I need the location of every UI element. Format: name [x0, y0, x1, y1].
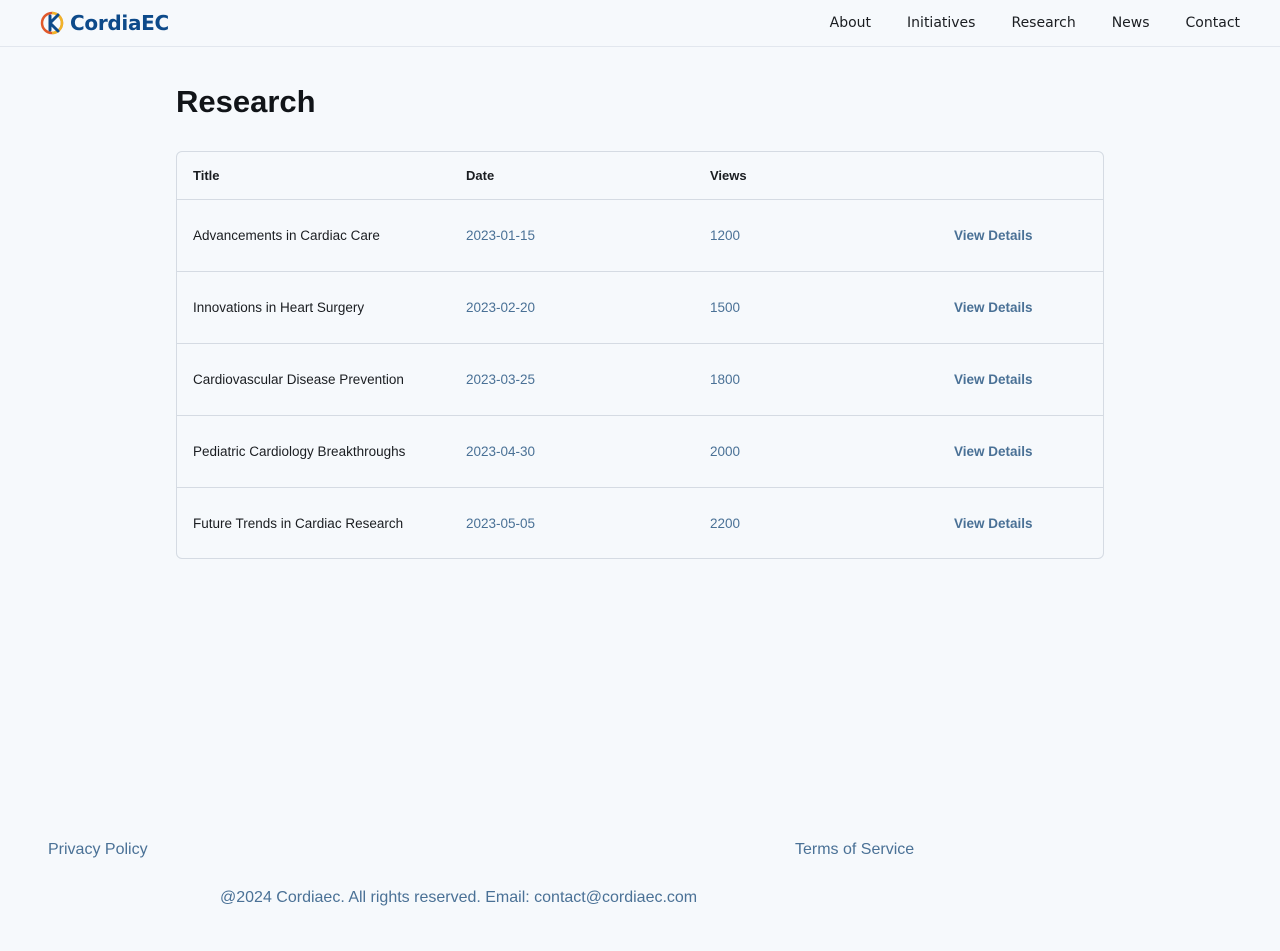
row-date: 2023-03-25 — [450, 343, 694, 416]
row-title: Innovations in Heart Surgery — [177, 271, 450, 344]
table-row: Future Trends in Cardiac Research 2023-0… — [177, 487, 1103, 558]
row-title: Future Trends in Cardiac Research — [193, 515, 404, 531]
cordiaec-logo-icon — [40, 11, 64, 35]
logo-text: CordiaEC — [70, 11, 169, 35]
nav-link-contact[interactable]: Contact — [1186, 15, 1240, 31]
row-title: Pediatric Cardiology Breakthroughs — [177, 415, 450, 488]
row-title: Cardiovascular Disease Prevention — [177, 343, 450, 416]
top-navigation-bar: CordiaEC About Initiatives Research News… — [0, 0, 1280, 47]
research-table: Title Date Views Advancements in Cardiac… — [177, 152, 1103, 558]
research-table-card: Title Date Views Advancements in Cardiac… — [176, 151, 1104, 559]
nav-link-news[interactable]: News — [1112, 15, 1150, 31]
view-details-link[interactable]: View Details — [954, 228, 1033, 243]
footer-copyright: @2024 Cordiaec. All rights reserved. Ema… — [220, 889, 698, 906]
column-header-actions — [938, 152, 1103, 200]
view-details-link[interactable]: View Details — [954, 516, 1033, 531]
nav-link-about[interactable]: About — [830, 15, 871, 31]
row-date: 2023-05-05 — [466, 515, 536, 531]
column-header-date: Date — [450, 152, 694, 200]
terms-of-service-link[interactable]: Terms of Service — [795, 841, 914, 859]
row-date: 2023-04-30 — [450, 415, 694, 488]
table-row: Pediatric Cardiology Breakthroughs 2023-… — [177, 415, 1103, 488]
table-row: Cardiovascular Disease Prevention 2023-0… — [177, 343, 1103, 416]
view-details-link[interactable]: View Details — [954, 372, 1033, 387]
table-header: Title Date Views — [177, 152, 1103, 200]
privacy-policy-link[interactable]: Privacy Policy — [48, 841, 148, 859]
row-views: 2200 — [710, 515, 741, 531]
row-views: 1200 — [694, 199, 938, 272]
view-details-link[interactable]: View Details — [954, 300, 1033, 315]
site-logo[interactable]: CordiaEC — [40, 11, 169, 35]
row-date: 2023-01-15 — [450, 199, 694, 272]
table-row: Innovations in Heart Surgery 2023-02-20 … — [177, 271, 1103, 344]
page-title: Research — [176, 84, 316, 119]
row-views: 1800 — [694, 343, 938, 416]
column-header-title: Title — [177, 152, 450, 200]
column-header-views: Views — [694, 152, 938, 200]
row-views: 2000 — [694, 415, 938, 488]
main-nav: About Initiatives Research News Contact — [830, 0, 1240, 46]
row-views: 1500 — [694, 271, 938, 344]
row-date: 2023-02-20 — [450, 271, 694, 344]
row-title: Advancements in Cardiac Care — [177, 199, 450, 272]
table-row: Advancements in Cardiac Care 2023-01-15 … — [177, 199, 1103, 272]
nav-link-initiatives[interactable]: Initiatives — [907, 15, 975, 31]
nav-link-research[interactable]: Research — [1011, 15, 1075, 31]
view-details-link[interactable]: View Details — [954, 444, 1033, 459]
